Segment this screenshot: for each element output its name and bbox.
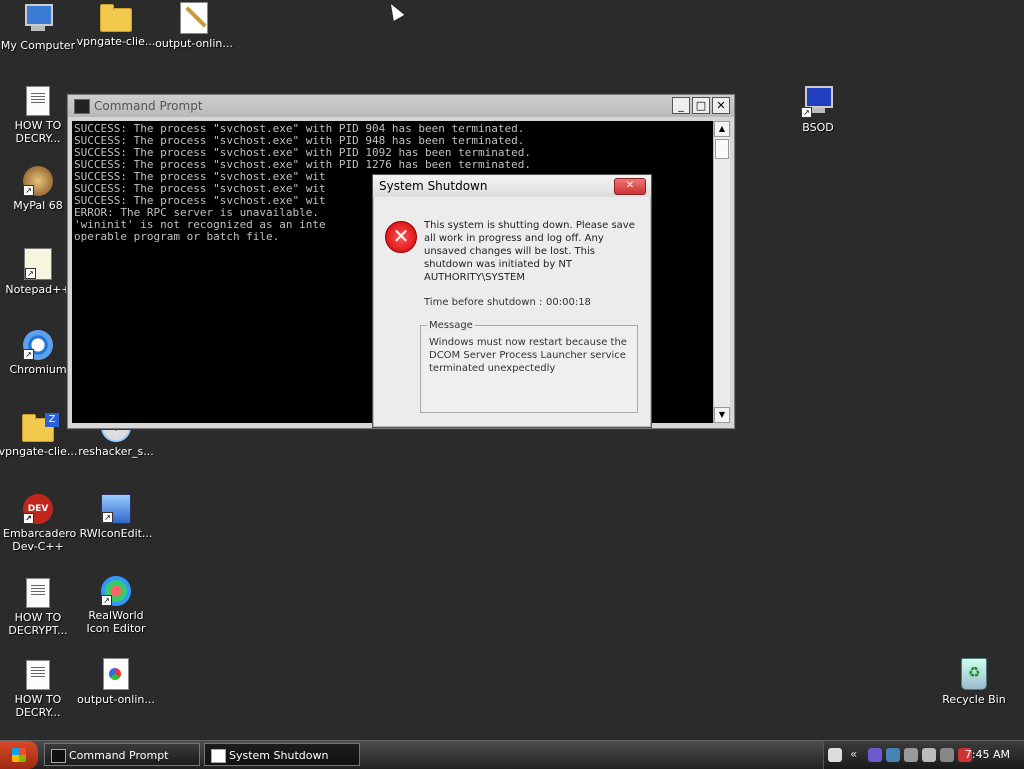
dev-cpp-icon: DEV ↗ bbox=[23, 494, 53, 524]
dialog-titlebar[interactable]: System Shutdown ✕ bbox=[373, 175, 651, 197]
zip-folder-icon: Z bbox=[22, 413, 59, 442]
desktop-icon-output-image[interactable]: output-onlin... bbox=[76, 658, 156, 706]
command-prompt-titlebar[interactable]: Command Prompt _ □ ✕ bbox=[68, 95, 734, 117]
shutdown-message: This system is shutting down. Please sav… bbox=[424, 220, 635, 283]
system-shutdown-dialog[interactable]: System Shutdown ✕ ✕ This system is shutt… bbox=[372, 174, 652, 428]
paint-icon bbox=[180, 2, 208, 34]
message-group-text: Windows must now restart because the DCO… bbox=[429, 337, 627, 374]
desktop-icon-label: HOW TO DECRYPT... bbox=[8, 611, 68, 637]
console-icon bbox=[74, 99, 90, 114]
timer-value: 00:00:18 bbox=[546, 297, 591, 308]
image-file-icon bbox=[103, 658, 129, 690]
scroll-thumb[interactable] bbox=[715, 139, 729, 159]
setup-icon: ↗ bbox=[101, 494, 131, 524]
desktop-icon-rwiconedit[interactable]: ↗ RWIconEdit... bbox=[76, 494, 156, 540]
console-icon bbox=[51, 749, 66, 763]
window-icon bbox=[211, 749, 226, 763]
network-icon[interactable] bbox=[868, 748, 882, 762]
desktop-icon-vpngate-folder[interactable]: vpngate-clie... bbox=[76, 2, 156, 48]
mouse-cursor-icon bbox=[385, 1, 405, 21]
desktop-icon-recycle-bin[interactable]: ♻ Recycle Bin bbox=[934, 658, 1014, 706]
desktop-icon-realworld[interactable]: ↗ RealWorld Icon Editor bbox=[76, 576, 156, 635]
scroll-down-arrow-icon[interactable]: ▼ bbox=[714, 407, 730, 423]
text-file-icon bbox=[26, 660, 50, 690]
message-group: Message Windows must now restart because… bbox=[420, 320, 638, 413]
desktop-icon-label: HOW TO DECRY... bbox=[14, 119, 62, 145]
desktop-icon-label: BSOD bbox=[802, 121, 834, 134]
timer-label: Time before shutdown : bbox=[424, 297, 543, 308]
dialog-title: System Shutdown bbox=[379, 179, 488, 193]
notepad-icon: ↗ bbox=[24, 248, 52, 280]
vertical-scrollbar[interactable]: ▲ ▼ bbox=[713, 121, 730, 423]
taskbar: Command Prompt System Shutdown « 7:45 AM bbox=[0, 740, 1024, 769]
taskbar-item-system-shutdown[interactable]: System Shutdown bbox=[204, 743, 360, 766]
desktop-icon-dev-cpp[interactable]: DEV ↗ Embarcadero Dev-C++ bbox=[0, 494, 78, 553]
desktop-icon-my-computer[interactable]: My Computer bbox=[0, 2, 78, 52]
desktop-icon-bsod[interactable]: ↗ BSOD bbox=[778, 84, 858, 134]
desktop-icon-label: vpngate-clie... bbox=[76, 35, 156, 48]
system-tray: « 7:45 AM bbox=[823, 741, 1024, 769]
security-icon[interactable] bbox=[904, 748, 918, 762]
desktop-icon-label: RWIconEdit... bbox=[79, 527, 153, 540]
tray-expand-button[interactable]: « bbox=[850, 747, 857, 761]
dialog-close-button[interactable]: ✕ bbox=[614, 178, 646, 195]
windows-logo-icon bbox=[12, 748, 26, 762]
window-title: Command Prompt bbox=[94, 99, 203, 113]
scroll-up-arrow-icon[interactable]: ▲ bbox=[714, 121, 730, 137]
taskbar-item-label: Command Prompt bbox=[69, 749, 169, 762]
recycle-bin-icon: ♻ bbox=[961, 658, 987, 690]
folder-icon bbox=[100, 4, 132, 32]
desktop-icon-label: HOW TO DECRY... bbox=[14, 693, 62, 719]
desktop-icon-output-paint[interactable]: output-onlin... bbox=[154, 2, 234, 50]
icon-editor-icon: ↗ bbox=[101, 576, 131, 606]
bsod-icon: ↗ bbox=[801, 84, 835, 118]
start-button[interactable] bbox=[0, 741, 38, 769]
desktop-icon-label: vpngate-clie... bbox=[0, 445, 78, 458]
desktop-icon-how-to-decry-3[interactable]: HOW TO DECRY... bbox=[0, 658, 78, 719]
device-icon[interactable] bbox=[940, 748, 954, 762]
message-group-label: Message bbox=[427, 320, 475, 331]
text-file-icon bbox=[26, 86, 50, 116]
taskbar-item-label: System Shutdown bbox=[229, 749, 329, 762]
display-icon[interactable] bbox=[886, 748, 900, 762]
taskbar-item-command-prompt[interactable]: Command Prompt bbox=[44, 743, 200, 766]
desktop-icon-label: Embarcadero Dev-C++ bbox=[3, 527, 77, 553]
desktop-icon-label: reshacker_s... bbox=[78, 445, 154, 458]
minimize-button[interactable]: _ bbox=[672, 97, 690, 114]
maximize-button[interactable]: □ bbox=[692, 97, 710, 114]
error-icon: ✕ bbox=[385, 221, 417, 253]
close-button[interactable]: ✕ bbox=[712, 97, 730, 114]
clock[interactable]: 7:45 AM bbox=[965, 741, 1010, 769]
chromium-icon: ↗ bbox=[23, 330, 53, 360]
volume-icon[interactable] bbox=[922, 748, 936, 762]
computer-icon bbox=[21, 2, 55, 36]
desktop-icon-label: output-onlin... bbox=[77, 693, 155, 706]
desktop-icon-label: RealWorld Icon Editor bbox=[86, 609, 146, 635]
desktop-icon-how-to-decrypt-2[interactable]: HOW TO DECRYPT... bbox=[0, 576, 78, 637]
text-file-icon bbox=[26, 578, 50, 608]
desktop-icon-label: Recycle Bin bbox=[942, 693, 1006, 706]
keyboard-icon[interactable] bbox=[828, 748, 842, 762]
desktop-icon-label: output-onlin... bbox=[155, 37, 233, 50]
desktop-icon-label: My Computer bbox=[0, 39, 76, 52]
browser-icon: ↗ bbox=[23, 166, 53, 196]
shutdown-timer: Time before shutdown : 00:00:18 bbox=[424, 297, 591, 308]
